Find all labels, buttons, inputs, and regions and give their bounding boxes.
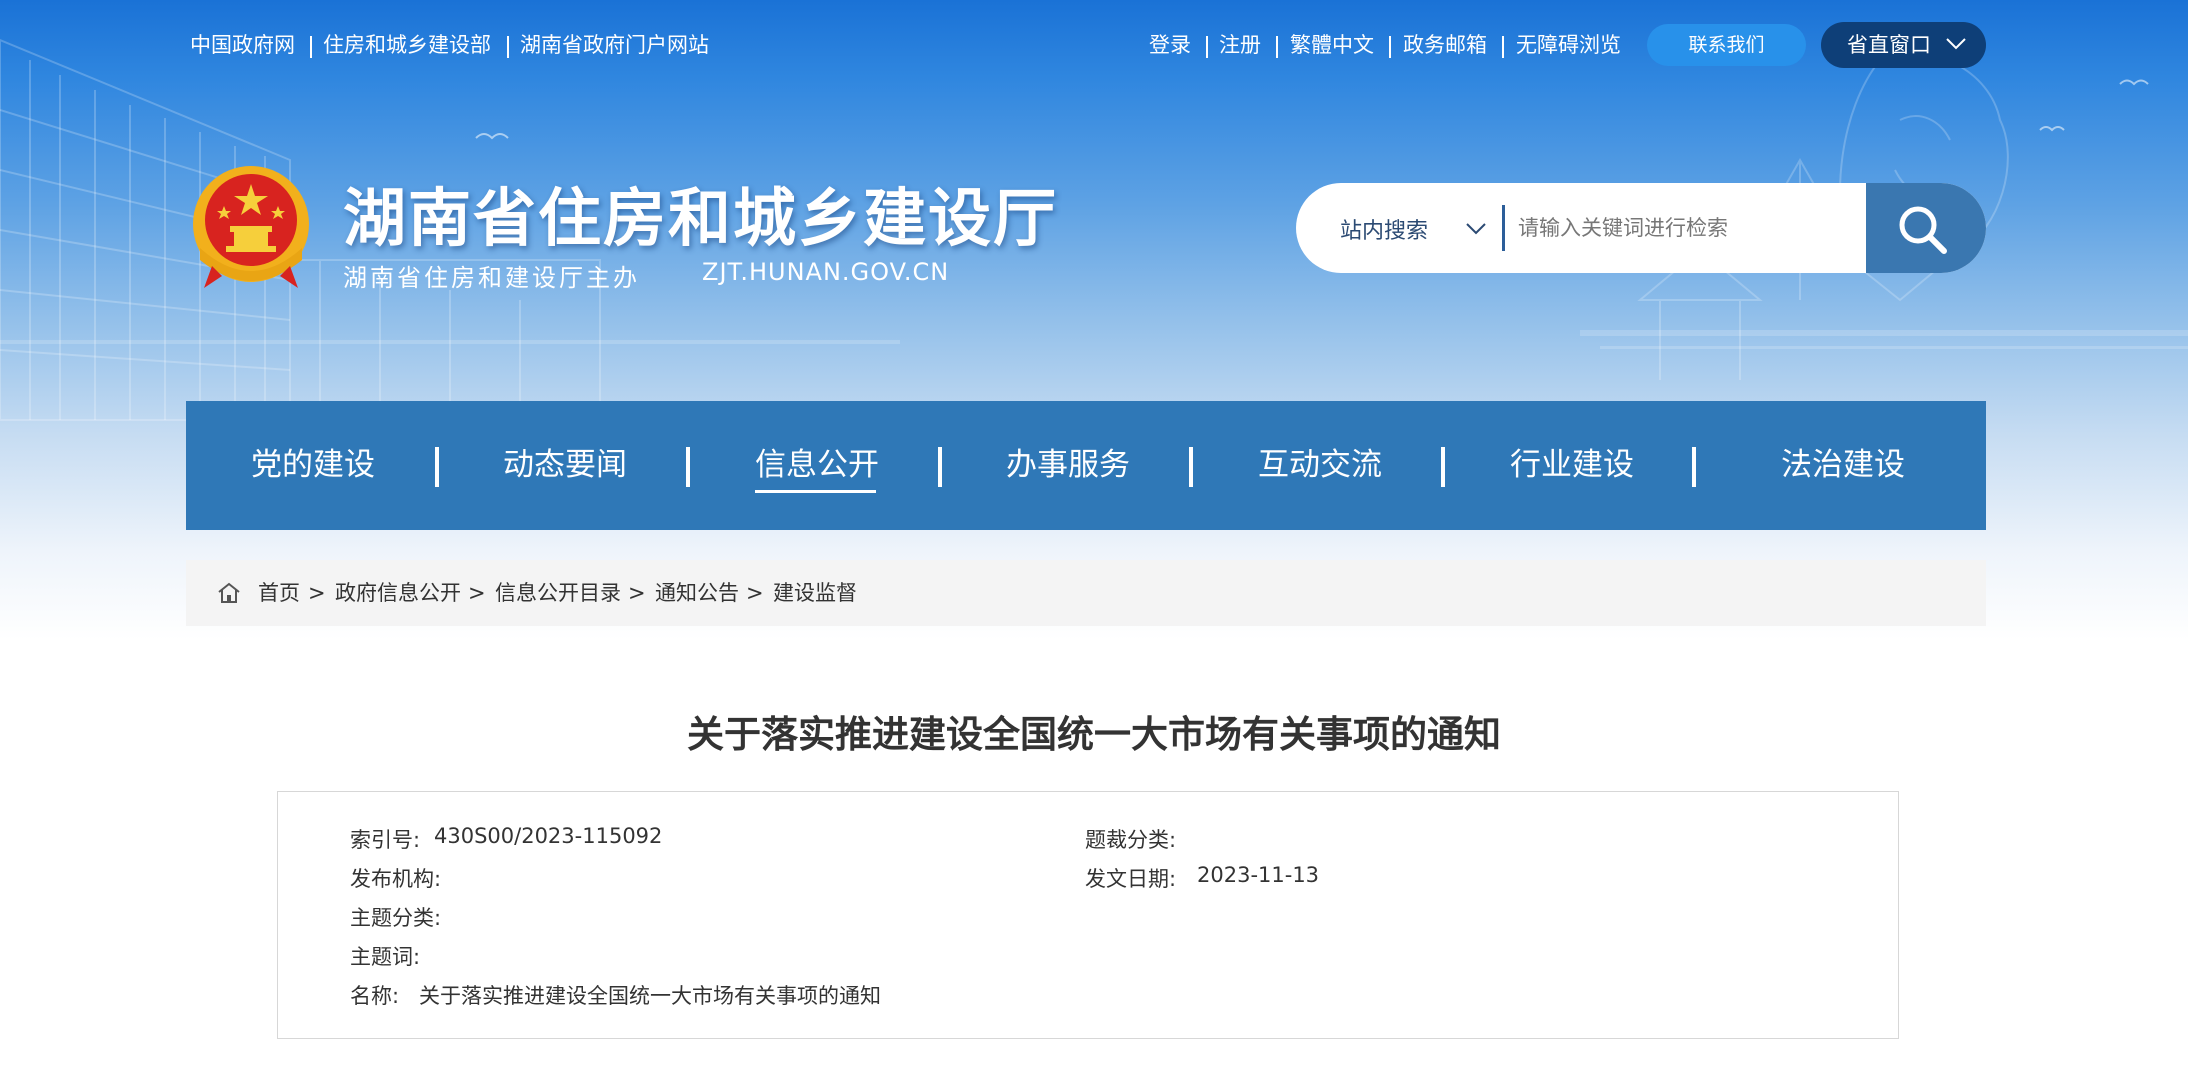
meta-index-label: 索引号:: [350, 828, 421, 852]
top-separator: [507, 36, 509, 58]
meta-issuer-label: 发布机构:: [350, 867, 442, 891]
breadcrumb: 首页 > 政府信息公开 > 信息公开目录 > 通知公告 > 建设监督: [186, 560, 1986, 626]
meta-index-value: 430S00/2023-115092: [434, 824, 663, 848]
top-separator: [1502, 36, 1504, 58]
nav-item-info-disclosure[interactable]: 信息公开: [755, 401, 879, 530]
meta-keywords-label: 主题词:: [350, 945, 421, 969]
chevron-down-icon: [1466, 223, 1486, 235]
site-domain: ZJT.HUNAN.GOV.CN: [702, 258, 950, 286]
link-traditional-chinese[interactable]: 繁體中文: [1290, 30, 1374, 60]
breadcrumb-info-catalog[interactable]: 信息公开目录: [495, 560, 621, 626]
chevron-down-icon: [1946, 38, 1966, 50]
site-subtitle: 湖南省住房和建设厅主办: [343, 264, 640, 292]
breadcrumb-separator: >: [308, 581, 326, 605]
breadcrumb-construction-supervision[interactable]: 建设监督: [773, 560, 857, 626]
header-banner: [0, 0, 2188, 640]
search-divider: [1502, 205, 1505, 251]
meta-name-value: 关于落实推进建设全国统一大市场有关事项的通知: [419, 984, 881, 1008]
nav-active-underline: [755, 490, 876, 493]
breadcrumb-separator: >: [746, 581, 764, 605]
nav-item-interaction[interactable]: 互动交流: [1258, 401, 1382, 530]
meta-topic-label: 主题分类:: [350, 906, 442, 930]
nav-separator: [1441, 447, 1445, 487]
article-title: 关于落实推进建设全国统一大市场有关事项的通知: [687, 713, 1501, 756]
meta-genre-label: 题裁分类:: [1085, 828, 1177, 852]
skyline-illustration: [0, 38, 2188, 421]
top-separator: [1276, 36, 1278, 58]
breadcrumb-gov-info[interactable]: 政府信息公开: [335, 560, 461, 626]
breadcrumb-notices[interactable]: 通知公告: [655, 560, 739, 626]
breadcrumb-home[interactable]: 首页: [258, 560, 300, 626]
meta-name-label: 名称:: [350, 984, 400, 1008]
breadcrumb-separator: >: [468, 581, 486, 605]
site-title: 湖南省住房和城乡建设厅: [343, 182, 1058, 255]
search-scope-select[interactable]: 站内搜索: [1296, 183, 1502, 273]
search-bar: 站内搜索: [1296, 183, 1986, 273]
link-register[interactable]: 注册: [1219, 30, 1261, 60]
nav-item-party-building[interactable]: 党的建设: [251, 401, 375, 530]
province-window-label: 省直窗口: [1847, 33, 1931, 57]
main-nav: 党的建设 动态要闻 信息公开 办事服务 互动交流 行业建设 法治建设: [186, 401, 1986, 530]
link-mohurd[interactable]: 住房和城乡建设部: [323, 30, 491, 60]
link-login[interactable]: 登录: [1149, 30, 1191, 60]
top-separator: [1206, 36, 1208, 58]
breadcrumb-separator: >: [628, 581, 646, 605]
nav-separator: [1189, 447, 1193, 487]
national-emblem-icon: [193, 166, 309, 288]
search-icon: [1899, 206, 1947, 254]
nav-separator: [435, 447, 439, 487]
nav-separator: [938, 447, 942, 487]
link-hunan-portal[interactable]: 湖南省政府门户网站: [520, 30, 709, 60]
contact-us-button[interactable]: 联系我们: [1647, 24, 1806, 66]
meta-date-value: 2023-11-13: [1197, 863, 1320, 887]
nav-item-services[interactable]: 办事服务: [1006, 401, 1130, 530]
nav-separator: [1692, 447, 1696, 487]
nav-item-industry[interactable]: 行业建设: [1510, 401, 1634, 530]
nav-item-news[interactable]: 动态要闻: [503, 401, 627, 530]
link-gov-cn[interactable]: 中国政府网: [190, 30, 295, 60]
nav-separator: [686, 447, 690, 487]
top-separator: [310, 36, 312, 58]
province-window-dropdown[interactable]: 省直窗口: [1821, 22, 1986, 68]
link-accessibility[interactable]: 无障碍浏览: [1516, 30, 1621, 60]
article-meta-box: 索引号: 430S00/2023-115092 题裁分类: 发布机构: 发文日期…: [277, 791, 1899, 1039]
top-separator: [1389, 36, 1391, 58]
home-icon: [218, 582, 240, 603]
meta-date-label: 发文日期:: [1085, 867, 1177, 891]
link-gov-mail[interactable]: 政务邮箱: [1403, 30, 1487, 60]
search-scope-label: 站内搜索: [1340, 219, 1429, 244]
nav-item-rule-of-law[interactable]: 法治建设: [1781, 401, 1905, 530]
search-button[interactable]: [1866, 183, 1986, 273]
